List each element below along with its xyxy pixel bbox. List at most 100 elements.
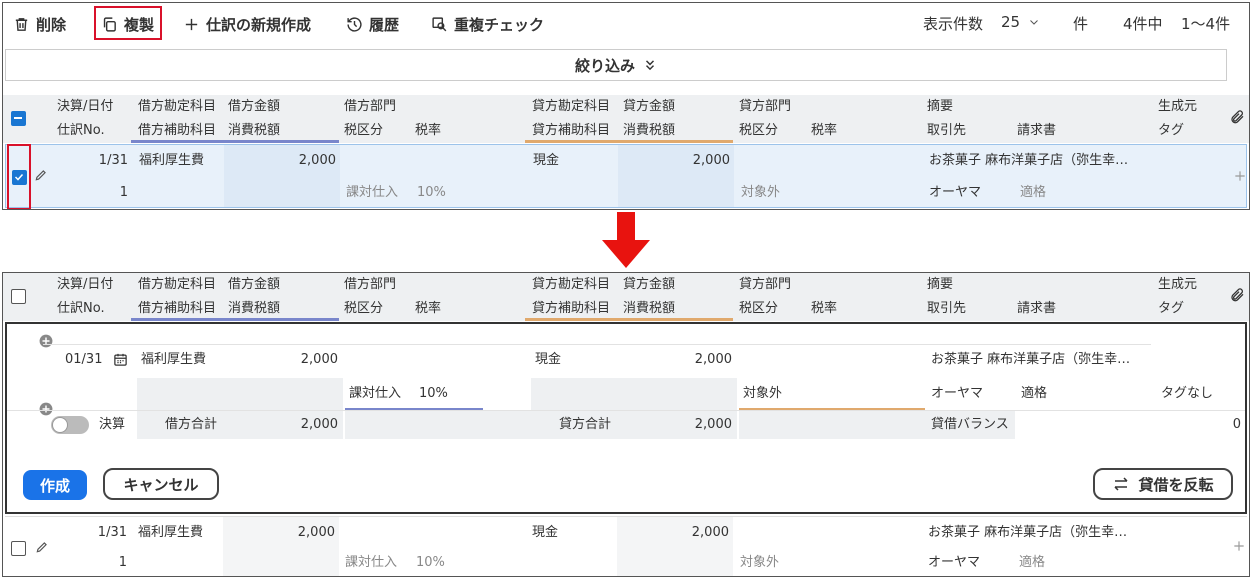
history-button[interactable]: 履歴 — [346, 11, 399, 37]
settlement-toggle[interactable] — [51, 416, 89, 434]
header-invoice: 請求書 — [1017, 123, 1057, 138]
header-entry-no-2: 仕訳No. — [57, 301, 105, 316]
header-debit-tax-rate-2: 税率 — [415, 301, 442, 316]
header-source-2: 生成元 — [1158, 277, 1198, 292]
header-description-2: 摘要 — [927, 277, 954, 292]
header-tag-2: タグ — [1158, 301, 1185, 316]
form-tax-rate-input[interactable]: 10% — [415, 378, 452, 410]
down-arrow-icon — [602, 212, 650, 268]
create-button[interactable]: 作成 — [23, 470, 87, 500]
delete-button[interactable]: 削除 — [13, 11, 66, 37]
header-debit-tax-class-2: 税区分 — [344, 301, 384, 316]
duplicate-form-panel: 決算/日付 借方勘定科目 借方金額 借方部門 貸方勘定科目 貸方金額 貸方部門 … — [2, 272, 1250, 577]
pencil-icon[interactable] — [35, 540, 49, 554]
row-debit-account: 福利厚生費 — [138, 525, 204, 540]
form-credit-account-input[interactable]: 現金 — [531, 344, 565, 376]
paperclip-icon[interactable] — [1229, 109, 1245, 125]
header-credit-account-2: 貸方勘定科目 — [532, 277, 611, 292]
entry-debit-account: 福利厚生費 — [139, 153, 205, 168]
add-icon[interactable] — [1233, 169, 1247, 183]
cancel-button[interactable]: キャンセル — [103, 468, 219, 500]
filter-toggle[interactable]: 絞り込み — [5, 49, 1227, 81]
double-chevron-down-icon — [645, 60, 655, 71]
entry-partner: オーヤマ — [929, 185, 982, 200]
table-header-2: 決算/日付 借方勘定科目 借方金額 借方部門 貸方勘定科目 貸方金額 貸方部門 … — [3, 273, 1249, 321]
row-no: 1 — [118, 555, 127, 570]
row-credit-amount: 2,000 — [691, 525, 729, 540]
debit-total-value: 2,000 — [300, 417, 338, 432]
form-description-input[interactable]: お茶菓子 麻布洋菓子店（弥生幸… — [927, 344, 1134, 376]
header-credit-dept: 貸方部門 — [739, 99, 792, 114]
per-page-unit: 件 — [1073, 15, 1089, 33]
pencil-icon[interactable] — [34, 168, 48, 182]
header-debit-tax-rate: 税率 — [415, 123, 442, 138]
form-invoice-input[interactable]: 適格 — [1017, 378, 1051, 410]
row-checkbox-2[interactable] — [11, 541, 26, 556]
plus-icon — [185, 18, 198, 30]
history-label: 履歴 — [369, 15, 400, 34]
form-credit-tax-class-input[interactable]: 対象外 — [739, 378, 786, 410]
form-tag-input[interactable]: タグなし — [1157, 378, 1217, 410]
header-credit-dept-2: 貸方部門 — [739, 277, 792, 292]
row-description: お茶菓子 麻布洋菓子店（弥生幸… — [928, 525, 1128, 540]
header-partner-2: 取引先 — [927, 301, 967, 316]
calendar-icon[interactable] — [113, 352, 128, 367]
balance-value: 0 — [1232, 417, 1241, 432]
entry-credit-tax-class: 対象外 — [741, 185, 781, 200]
table-row[interactable]: 1/31 1 福利厚生費 2,000 課対仕入 10% 現金 2,000 対象外… — [5, 516, 1247, 576]
balance-label: 貸借バランス — [931, 417, 1009, 432]
header-entry-no: 仕訳No. — [57, 123, 105, 138]
new-entry-button[interactable]: 仕訳の新規作成 — [183, 11, 311, 37]
header-credit-amount-2: 貸方金額 — [623, 277, 676, 292]
header-debit-dept-2: 借方部門 — [344, 277, 397, 292]
header-credit-tax-rate-2: 税率 — [811, 301, 838, 316]
select-all-checkbox-2[interactable] — [11, 289, 26, 304]
selected-table-row[interactable]: 1/31 1 福利厚生費 2,000 課対仕入 10% 現金 2,000 対象外… — [5, 144, 1247, 208]
header-invoice-2: 請求書 — [1017, 301, 1057, 316]
search-copy-icon — [432, 16, 447, 31]
entry-debit-tax-class: 課対仕入 — [346, 185, 399, 200]
table-header: 決算/日付 借方勘定科目 借方金額 借方部門 貸方勘定科目 貸方金額 貸方部門 … — [3, 95, 1249, 143]
form-debit-amount-input[interactable]: 2,000 — [226, 344, 342, 376]
settlement-label: 決算 — [99, 417, 126, 432]
duplicate-check-label: 重複チェック — [454, 15, 545, 34]
form-debit-account-input[interactable]: 福利厚生費 — [137, 344, 210, 376]
form-tax-class-input[interactable]: 課対仕入 — [345, 378, 405, 410]
add-icon[interactable] — [1232, 539, 1246, 553]
per-page-label: 表示件数 — [923, 15, 984, 33]
header-debit-amount: 借方金額 — [228, 99, 281, 114]
paperclip-icon[interactable] — [1229, 287, 1245, 303]
header-credit-account: 貸方勘定科目 — [532, 99, 611, 114]
header-debit-account-2: 借方勘定科目 — [138, 277, 217, 292]
row-date: 1/31 — [97, 525, 127, 540]
form-date-input[interactable]: 01/31 — [61, 344, 106, 376]
filter-label: 絞り込み — [574, 56, 635, 75]
duplicate-highlight — [94, 6, 162, 40]
form-credit-amount-input[interactable]: 2,000 — [620, 344, 736, 376]
row-debit-tax-rate: 10% — [416, 555, 445, 570]
row-partner: オーヤマ — [928, 555, 981, 570]
credit-underline — [525, 140, 733, 143]
header-tag: タグ — [1158, 123, 1185, 138]
swap-debit-credit-button[interactable]: 貸借を反転 — [1093, 468, 1233, 500]
select-all-checkbox[interactable] — [11, 111, 26, 126]
credit-underline-2 — [525, 318, 733, 321]
debit-total-label: 借方合計 — [165, 417, 218, 432]
form-partner-input[interactable]: オーヤマ — [927, 378, 987, 410]
header-debit-account: 借方勘定科目 — [138, 99, 217, 114]
per-page-select[interactable]: 25 — [1001, 13, 1040, 31]
header-debit-tax-class: 税区分 — [344, 123, 384, 138]
swap-icon — [1114, 477, 1129, 491]
credit-total-value: 2,000 — [694, 417, 732, 432]
header-debit-dept: 借方部門 — [344, 99, 397, 114]
row-checkbox-highlight — [7, 144, 31, 209]
entry-credit-account: 現金 — [533, 153, 560, 168]
header-date: 決算/日付 — [57, 99, 114, 114]
row-debit-tax-class: 課対仕入 — [345, 555, 398, 570]
row-credit-account: 現金 — [532, 525, 559, 540]
delete-label: 削除 — [36, 15, 67, 34]
duplicate-check-button[interactable]: 重複チェック — [431, 11, 544, 37]
header-credit-amount: 貸方金額 — [623, 99, 676, 114]
journal-list-panel: 削除 複製 仕訳の新規作成 履歴 重複チェック 表示件数 25 件 4件中 1〜… — [2, 2, 1250, 210]
entry-credit-amount: 2,000 — [692, 153, 730, 168]
